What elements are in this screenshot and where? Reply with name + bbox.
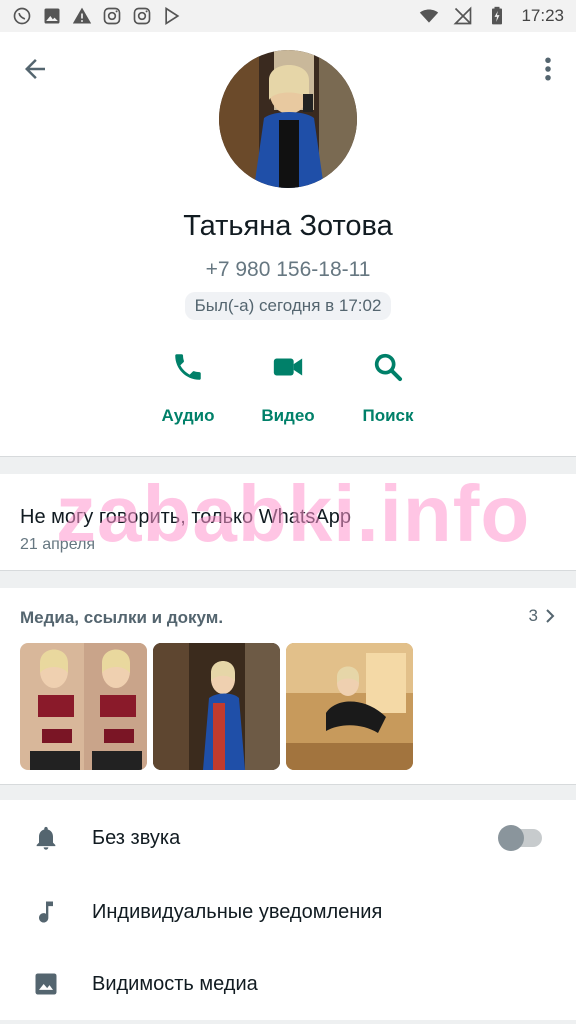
media-title: Медиа, ссылки и докум.: [20, 608, 224, 627]
notification-icons: [12, 6, 182, 26]
play-store-icon: [165, 6, 180, 26]
image-icon: [35, 973, 57, 995]
custom-notifications-label: Индивидуальные уведомления: [92, 900, 383, 923]
divider: [0, 570, 576, 571]
divider: [0, 456, 576, 457]
video-label: Видео: [261, 406, 315, 425]
search-button[interactable]: Поиск: [338, 350, 438, 426]
about-section[interactable]: Не могу говорить, только WhatsApp 21 апр…: [0, 474, 576, 570]
custom-notifications-row[interactable]: Индивидуальные уведомления: [0, 876, 576, 948]
status-time: 17:23: [521, 6, 564, 25]
chevron-right-icon: [546, 609, 555, 623]
no-signal-icon: [453, 6, 472, 25]
media-section: Медиа, ссылки и докум. 3: [0, 588, 576, 784]
whatsapp-icon: [13, 7, 31, 25]
search-label: Поиск: [362, 406, 414, 425]
audio-label: Аудио: [161, 406, 215, 425]
last-seen-badge: Был(-а) сегодня в 17:02: [184, 292, 392, 320]
search-icon: [374, 353, 403, 382]
media-thumbnail[interactable]: [286, 643, 413, 770]
contact-phone: +7 980 156-18-11: [205, 258, 371, 281]
warning-icon: [72, 7, 92, 24]
more-options-icon[interactable]: [538, 54, 558, 84]
video-call-button[interactable]: Видео: [238, 350, 338, 426]
about-text: Не могу говорить, только WhatsApp: [20, 506, 351, 528]
media-thumbnail[interactable]: [20, 643, 147, 770]
back-arrow-icon[interactable]: [20, 54, 50, 84]
audio-call-button[interactable]: Аудио: [138, 350, 238, 426]
mute-toggle[interactable]: [498, 825, 542, 851]
video-icon: [273, 358, 303, 376]
action-buttons: Аудио Видео Поиск: [138, 350, 438, 426]
media-thumbnail[interactable]: [153, 643, 280, 770]
media-thumbnails: [20, 643, 413, 770]
music-note-icon: [39, 901, 53, 923]
mute-label: Без звука: [92, 826, 181, 849]
divider: [0, 784, 576, 785]
media-count-link[interactable]: 3: [529, 606, 556, 626]
about-date: 21 апреля: [20, 536, 96, 553]
wifi-icon: [420, 9, 439, 23]
bell-icon: [36, 826, 56, 850]
phone-icon: [175, 354, 201, 380]
image-icon: [44, 8, 60, 24]
media-visibility-row[interactable]: Видимость медиа: [0, 948, 576, 1020]
media-visibility-label: Видимость медиа: [92, 972, 258, 995]
instagram-icon: [103, 7, 121, 25]
settings-section: Без звука Индивидуальные уведомления Вид…: [0, 800, 576, 1020]
mute-row[interactable]: Без звука: [0, 802, 576, 874]
battery-charging-icon: [492, 6, 503, 25]
contact-name: Татьяна Зотова: [183, 210, 393, 242]
instagram-icon: [133, 7, 151, 25]
system-icons: 17:23: [419, 6, 564, 26]
contact-header: Татьяна Зотова +7 980 156-18-11 Был(-а) …: [0, 32, 576, 456]
media-count: 3: [528, 606, 538, 625]
contact-avatar[interactable]: [219, 50, 357, 188]
status-bar: 17:23: [0, 0, 576, 32]
